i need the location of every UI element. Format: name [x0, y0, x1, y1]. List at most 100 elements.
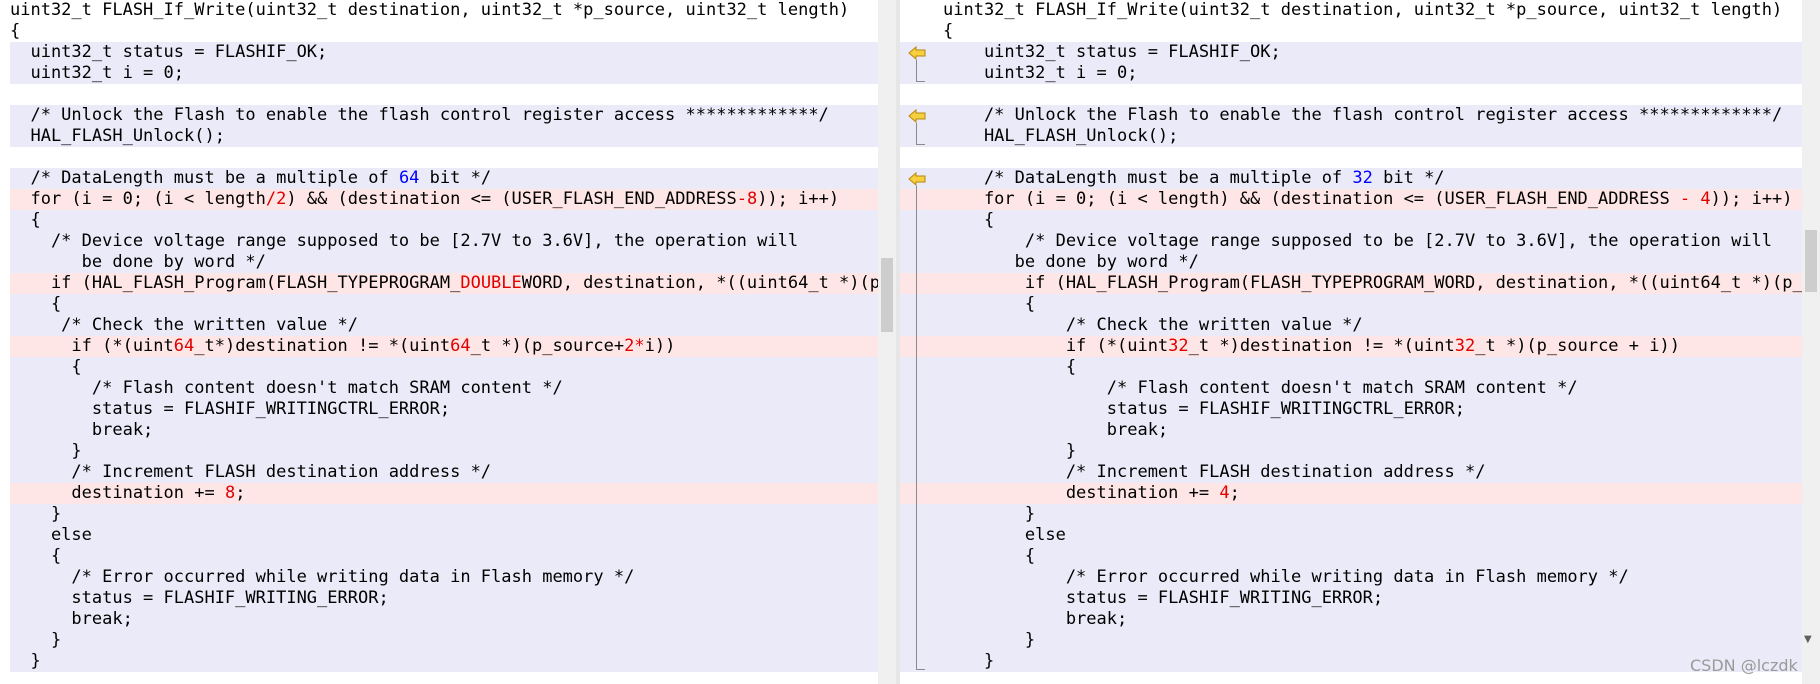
- diff-token: 2*: [624, 336, 645, 356]
- code-text: /* Check the written value */: [900, 315, 1820, 336]
- code-text: status = FLASHIF_WRITINGCTRL_ERROR;: [10, 399, 878, 420]
- code-token: /* Unlock the Flash to enable the flash …: [10, 105, 829, 125]
- left-arrow-icon[interactable]: [908, 172, 926, 186]
- right-scrollbar-thumb[interactable]: [1805, 230, 1817, 292]
- code-token: else: [10, 525, 92, 545]
- code-token: bit */: [1372, 168, 1445, 188]
- code-text: {: [900, 546, 1820, 567]
- right-code-pane[interactable]: uint32_t FLASH_If_Write(uint32_t destina…: [900, 0, 1820, 684]
- code-text: status = FLASHIF_WRITING_ERROR;: [10, 588, 878, 609]
- code-token: if (HAL_FLASH_Program(FLASH_TYPEPROGRAM_: [10, 273, 461, 293]
- code-text: }: [900, 504, 1820, 525]
- right-scrollbar[interactable]: [1802, 0, 1820, 684]
- code-text: {: [900, 210, 1820, 231]
- diff-token: 64: [398, 168, 420, 188]
- code-token: {: [10, 357, 82, 377]
- diff-token: 64: [173, 336, 195, 356]
- code-line: else: [900, 525, 1820, 546]
- left-scrollbar-thumb[interactable]: [881, 258, 893, 332]
- diff-token: 4: [1219, 483, 1230, 503]
- diff-token: 64: [450, 336, 471, 356]
- code-token: }: [943, 651, 995, 671]
- code-text: destination += 4;: [900, 483, 1820, 504]
- code-token: if (*(uint: [10, 336, 174, 356]
- code-text: if (HAL_FLASH_Program(FLASH_TYPEPROGRAM_…: [900, 273, 1820, 294]
- code-text: {: [10, 546, 878, 567]
- code-text: /* Error occurred while writing data in …: [10, 567, 878, 588]
- code-text: if (*(uint32_t *)destination != *(uint32…: [900, 336, 1820, 357]
- code-line: if (HAL_FLASH_Program(FLASH_TYPEPROGRAM_…: [10, 273, 878, 294]
- diff-token: -8: [736, 189, 758, 209]
- code-line: /* Error occurred while writing data in …: [900, 567, 1820, 588]
- code-line: /* Unlock the Flash to enable the flash …: [10, 105, 878, 126]
- code-line: uint32_t FLASH_If_Write(uint32_t destina…: [10, 0, 878, 21]
- code-token: }: [943, 441, 1077, 461]
- code-token: /* Increment FLASH destination address *…: [943, 462, 1486, 482]
- code-text: break;: [900, 420, 1820, 441]
- code-text: if (*(uint64_t*)destination != *(uint64_…: [10, 336, 878, 357]
- code-text: break;: [10, 420, 878, 441]
- code-line: {: [10, 294, 878, 315]
- code-text: {: [900, 21, 1820, 42]
- code-text: }: [10, 504, 878, 525]
- code-token: {: [10, 546, 62, 566]
- code-line: else: [10, 525, 878, 546]
- code-text: destination += 8;: [10, 483, 878, 504]
- code-token: {: [943, 21, 954, 41]
- code-text: }: [10, 441, 878, 462]
- left-arrow-icon[interactable]: [908, 46, 926, 60]
- code-text: }: [900, 441, 1820, 462]
- code-line: if (HAL_FLASH_Program(FLASH_TYPEPROGRAM_…: [900, 273, 1820, 294]
- code-text: /* Increment FLASH destination address *…: [900, 462, 1820, 483]
- code-text: uint32_t status = FLASHIF_OK;: [10, 42, 878, 63]
- code-line: {: [900, 357, 1820, 378]
- code-token: break;: [10, 420, 154, 440]
- code-text: break;: [900, 609, 1820, 630]
- code-text: {: [10, 357, 878, 378]
- code-text: HAL_FLASH_Unlock();: [900, 126, 1820, 147]
- code-token: for (i = 0; (i < length) && (destination…: [943, 189, 1680, 209]
- code-text: {: [10, 210, 878, 231]
- code-token: _t *)(p_source + i)): [1475, 336, 1680, 356]
- code-token: /* Check the written value */: [943, 315, 1363, 335]
- code-text: {: [10, 21, 878, 42]
- code-line: }: [10, 630, 878, 651]
- diff-token: 32: [1168, 336, 1189, 356]
- code-line: /* Device voltage range supposed to be […: [10, 231, 878, 252]
- left-scrollbar[interactable]: [878, 0, 896, 684]
- code-line: /* Unlock the Flash to enable the flash …: [900, 105, 1820, 126]
- code-token: /* DataLength must be a multiple of: [943, 168, 1353, 188]
- code-token: WORD, destination, *((uint64_t *)(p_sour…: [521, 273, 878, 293]
- code-token: HAL_FLASH_Unlock();: [10, 126, 225, 146]
- code-text: /* DataLength must be a multiple of 64 b…: [10, 168, 878, 189]
- code-line: /* Flash content doesn't match SRAM cont…: [900, 378, 1820, 399]
- code-line: for (i = 0; (i < length) && (destination…: [900, 189, 1820, 210]
- code-token: status = FLASHIF_WRITINGCTRL_ERROR;: [10, 399, 451, 419]
- code-text: be done by word */: [900, 252, 1820, 273]
- code-line: if (*(uint64_t*)destination != *(uint64_…: [10, 336, 878, 357]
- code-text: /* Error occurred while writing data in …: [900, 567, 1820, 588]
- code-text: /* Increment FLASH destination address *…: [10, 462, 878, 483]
- scroll-down-arrow-icon[interactable]: ▼: [1804, 634, 1812, 645]
- code-token: ) && (destination <= (USER_FLASH_END_ADD…: [286, 189, 737, 209]
- code-line: /* DataLength must be a multiple of 32 b…: [900, 168, 1820, 189]
- code-text: /* Flash content doesn't match SRAM cont…: [900, 378, 1820, 399]
- code-token: destination +=: [943, 483, 1220, 503]
- code-token: i)): [644, 336, 676, 356]
- code-text: uint32_t i = 0;: [10, 63, 878, 84]
- code-line: HAL_FLASH_Unlock();: [10, 126, 878, 147]
- code-token: status = FLASHIF_WRITING_ERROR;: [943, 588, 1384, 608]
- code-token: }: [943, 504, 1036, 524]
- code-token: }: [10, 630, 62, 650]
- code-line: uint32_t status = FLASHIF_OK;: [900, 42, 1820, 63]
- code-text: be done by word */: [10, 252, 878, 273]
- code-line: /* DataLength must be a multiple of 64 b…: [10, 168, 878, 189]
- left-code-pane[interactable]: uint32_t FLASH_If_Write(uint32_t destina…: [0, 0, 878, 684]
- left-arrow-icon[interactable]: [908, 109, 926, 123]
- code-text: else: [900, 525, 1820, 546]
- code-text: uint32_t FLASH_If_Write(uint32_t destina…: [900, 0, 1820, 21]
- code-token: break;: [10, 609, 133, 629]
